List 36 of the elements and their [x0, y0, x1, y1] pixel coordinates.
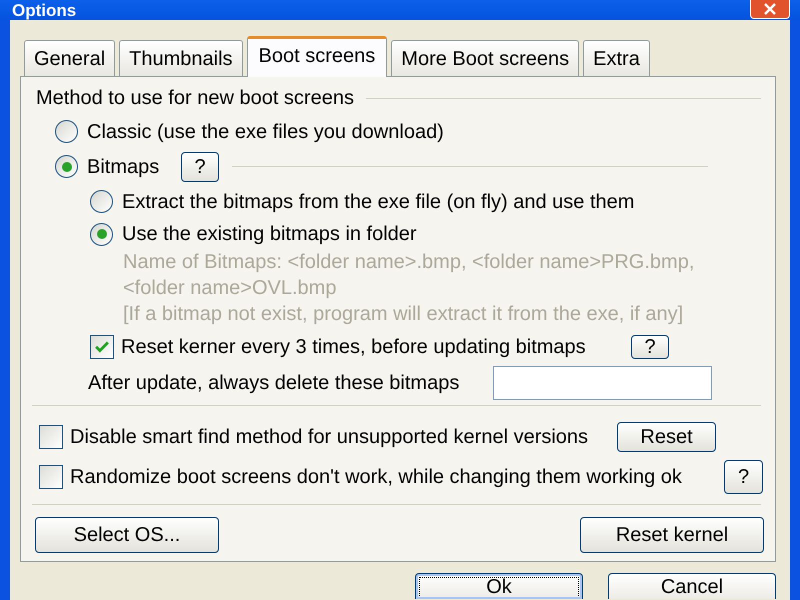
checkmark-icon [95, 341, 109, 353]
radio-button[interactable] [90, 190, 113, 213]
radio-button[interactable] [55, 120, 78, 143]
checkbox-label: Randomize boot screens don't work, while changing them working ok [70, 465, 683, 489]
window-title: Options [12, 0, 76, 20]
tab[interactable]: General [24, 40, 116, 76]
select-os-button[interactable]: Select OS... [35, 517, 219, 553]
cancel-button[interactable]: Cancel [608, 573, 776, 599]
radio-label: Classic (use the exe files you download) [87, 120, 444, 144]
ok-button[interactable]: Ok [415, 573, 583, 599]
tab[interactable]: Boot screens [246, 36, 388, 77]
checkbox[interactable] [39, 425, 63, 449]
tab[interactable]: Extra [583, 40, 650, 76]
note-text: Name of Bitmaps: <folder name>.bmp, <folder name>PRG.bmp, <folder name>OVL.bmp [123, 250, 696, 301]
help-button[interactable]: ? [181, 152, 219, 182]
radio-label: Bitmaps [87, 154, 160, 178]
radio-label: Use the existing bitmaps in folder [122, 222, 417, 246]
bitmaps-input[interactable] [493, 366, 712, 400]
close-icon [764, 3, 776, 15]
close-button[interactable] [750, 0, 790, 19]
note-text: [If a bitmap not exist, program will extract it from the exe, if any] [123, 302, 684, 327]
radio-label: Extract the bitmaps from the exe file (on fly) and use them [122, 190, 634, 214]
reset-button[interactable]: Reset [617, 422, 716, 452]
checkbox[interactable] [39, 465, 63, 489]
radio-button[interactable] [55, 155, 78, 178]
field-label: After update, always delete these bitmaps [88, 371, 460, 395]
checkbox[interactable] [90, 335, 114, 359]
help-button[interactable]: ? [631, 335, 669, 359]
help-button[interactable]: ? [724, 460, 763, 494]
checkbox-label: Disable smart find method for unsupported kernel versions [70, 425, 590, 449]
reset-kernel-button[interactable]: Reset kernel [580, 517, 764, 553]
tab[interactable]: More Boot screens [391, 40, 580, 76]
tab[interactable]: Thumbnails [119, 40, 243, 76]
group-label: Method to use for new boot screens [36, 86, 354, 110]
checkbox-label: Reset kerner every 3 times, before updating bitmaps [121, 335, 587, 359]
radio-button[interactable] [90, 222, 113, 246]
